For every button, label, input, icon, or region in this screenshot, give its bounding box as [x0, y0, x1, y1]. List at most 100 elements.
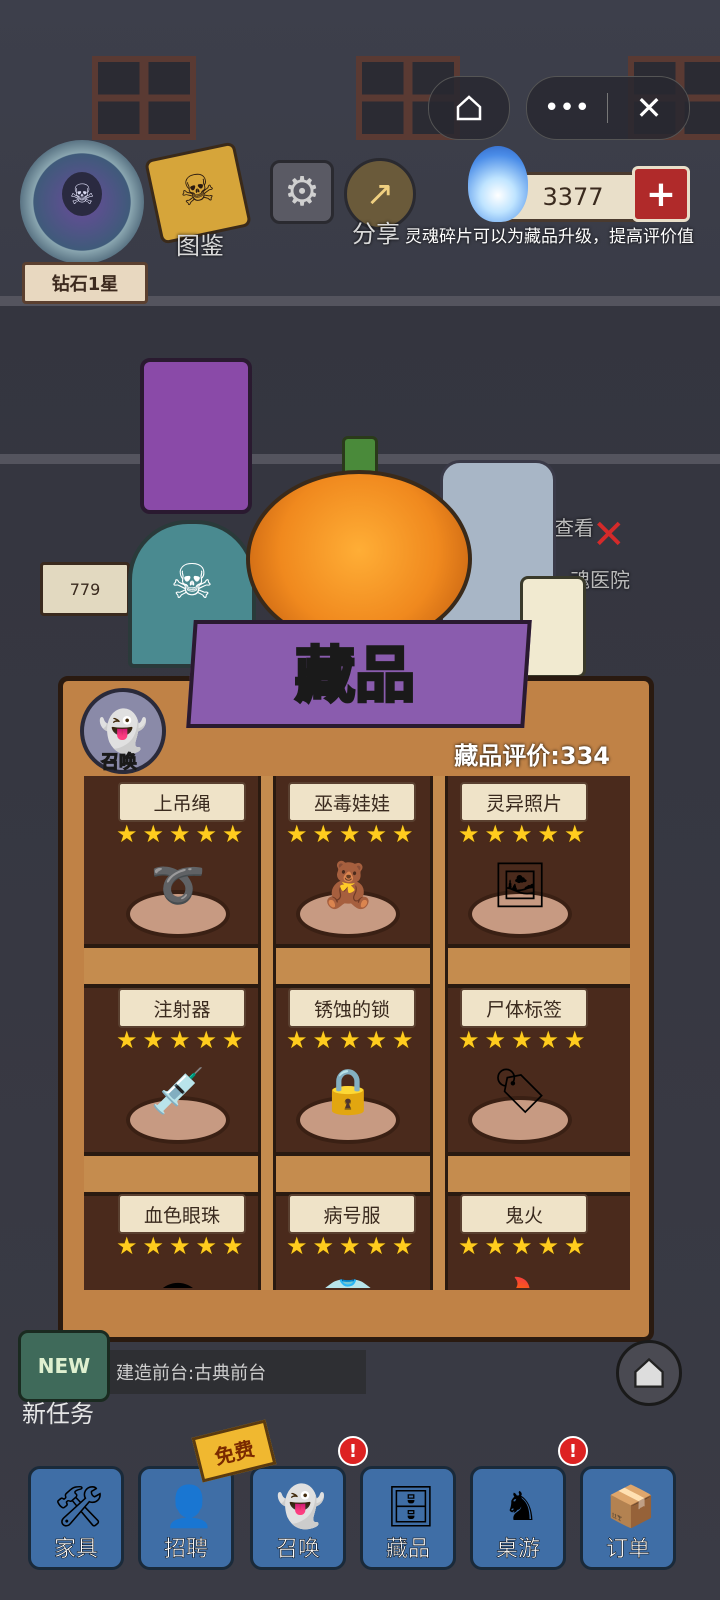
collection-item-name: 巫毒娃娃: [288, 782, 416, 822]
star-icon: ★: [365, 820, 388, 848]
add-soul-button[interactable]: +: [632, 166, 690, 222]
collection-item[interactable]: 病号服★★★★★👕: [276, 1194, 424, 1288]
star-icon: ★: [564, 1232, 586, 1260]
house-icon: [634, 1357, 664, 1388]
star-rating: ★ ★ ★ ★ ★: [286, 1028, 416, 1054]
collection-item-name: 鬼火: [460, 1194, 588, 1234]
star-icon: ★: [458, 1026, 480, 1054]
star-icon: ★: [339, 1232, 361, 1260]
collection-item[interactable]: 注射器 ★ ★ ★ ★ ★ 💉: [106, 988, 254, 1148]
collection-item[interactable]: 鬼火★★★★★🔥: [448, 1194, 596, 1288]
home-capsule-button[interactable]: [428, 76, 510, 140]
close-icon[interactable]: ✕: [609, 77, 689, 139]
star-icon: ★: [564, 820, 586, 848]
collection-item[interactable]: 尸体标签 ★ ★ ★ ★ ★ 🏷: [448, 988, 596, 1148]
star-icon: ★: [484, 1026, 507, 1054]
nav-label: 桌游: [495, 1537, 541, 1563]
collection-item-name: 尸体标签: [460, 988, 588, 1028]
summon-ghost-icon: 👻: [276, 1484, 326, 1530]
star-icon: ★: [116, 1026, 138, 1054]
syringe-icon: 💉: [150, 1066, 206, 1117]
star-icon: ★: [195, 1026, 218, 1054]
order-box-icon: 📦: [606, 1484, 656, 1530]
collection-item-name: 注射器: [118, 988, 246, 1028]
collection-item[interactable]: 巫毒娃娃 ★ ★ ★ ★ ★ 🧸: [276, 782, 424, 942]
collection-item-name: 上吊绳: [118, 782, 246, 822]
gown-icon: 👕: [316, 1270, 380, 1288]
star-icon: ★: [142, 820, 165, 848]
capsule-divider: [607, 93, 608, 123]
nav-button-2[interactable]: 👤 招聘: [138, 1466, 234, 1570]
star-icon: ★: [222, 1026, 244, 1054]
star-icon: ★: [286, 820, 308, 848]
collection-item[interactable]: 上吊绳 ★ ★ ★ ★ ★ ➰: [106, 782, 254, 942]
star-icon: ★: [339, 820, 361, 848]
nav-label: 召唤: [275, 1537, 321, 1563]
nav-label: 藏品: [385, 1537, 431, 1563]
star-icon: ★: [564, 1026, 586, 1054]
shelf-divider: [258, 776, 276, 1290]
star-icon: ★: [169, 1232, 191, 1260]
star-icon: ★: [339, 1026, 361, 1054]
reaper-icon: ☠: [62, 172, 102, 216]
alert-badge-icon: !: [558, 1436, 588, 1466]
alert-badge-icon: !: [338, 1436, 368, 1466]
star-icon: ★: [286, 1026, 308, 1054]
return-home-button[interactable]: [616, 1340, 682, 1406]
ghost-fire-icon: 🔥: [488, 1270, 552, 1288]
shelf-divider: [430, 776, 448, 1290]
star-icon: ★: [511, 820, 533, 848]
star-icon: ★: [365, 1026, 388, 1054]
star-icon: ★: [222, 1232, 244, 1260]
recruit-icon: 👤: [164, 1484, 214, 1530]
star-icon: ★: [312, 1026, 335, 1054]
nav-button-3[interactable]: 👻 召唤: [250, 1466, 346, 1570]
window: [92, 56, 196, 140]
new-task-label: 新任务: [22, 1400, 94, 1428]
ghost-photo-icon: 🖼: [492, 860, 548, 911]
star-icon: ★: [222, 820, 244, 848]
collection-item[interactable]: 血色眼珠★★★★★👁: [106, 1194, 254, 1288]
padlock-icon: 🔒: [320, 1066, 376, 1117]
rank-label: 钻石1星: [22, 262, 148, 304]
star-icon: ★: [392, 1026, 414, 1054]
star-icon: ★: [458, 820, 480, 848]
collection-item-name: 病号服: [288, 1194, 416, 1234]
star-icon: ★: [312, 820, 335, 848]
star-icon: ★: [484, 820, 507, 848]
collection-item-name: 血色眼珠: [118, 1194, 246, 1234]
soul-flame-icon: [468, 146, 528, 222]
nav-button-4[interactable]: 🗄 藏品: [360, 1466, 456, 1570]
star-icon: ★: [484, 1232, 507, 1260]
more-icon[interactable]: •••: [527, 77, 607, 139]
toe-tag-icon: 🏷: [492, 1066, 548, 1117]
star-icon: ★: [392, 1232, 414, 1260]
settings-gear-icon[interactable]: ⚙: [270, 160, 334, 224]
collection-item[interactable]: 灵异照片 ★ ★ ★ ★ ★ 🖼: [448, 782, 596, 942]
capsule-menu: ••• ✕: [526, 76, 690, 140]
new-task-badge[interactable]: NEW: [18, 1330, 110, 1402]
safe-icon: 🗄: [385, 1484, 437, 1530]
star-icon: ★: [195, 820, 218, 848]
collection-rating: 藏品评价:334: [454, 742, 610, 770]
collection-item-name: 灵异照片: [460, 782, 588, 822]
voodoo-doll-icon: 🧸: [320, 860, 376, 911]
room-number-sign: 779: [40, 562, 130, 616]
furniture-icon: 🛠: [53, 1484, 105, 1530]
shelf-plank: [84, 1152, 630, 1196]
star-icon: ★: [537, 1026, 560, 1054]
collection-item[interactable]: 锈蚀的锁 ★ ★ ★ ★ ★ 🔒: [276, 988, 424, 1148]
nav-button-6[interactable]: 📦 订单: [580, 1466, 676, 1570]
nav-button-5[interactable]: ♞ 桌游: [470, 1466, 566, 1570]
star-icon: ★: [537, 1232, 560, 1260]
star-icon: ★: [511, 1232, 533, 1260]
collection-item-name: 锈蚀的锁: [288, 988, 416, 1028]
star-rating: ★ ★ ★ ★ ★: [116, 1234, 246, 1260]
star-rating: ★ ★ ★ ★ ★: [286, 1234, 416, 1260]
star-rating: ★ ★ ★ ★ ★: [116, 822, 246, 848]
chess-board-icon: ♞: [503, 1484, 539, 1530]
task-description[interactable]: 建造前台:古典前台: [110, 1350, 366, 1394]
star-icon: ★: [537, 820, 560, 848]
star-icon: ★: [169, 1026, 191, 1054]
nav-button-1[interactable]: 🛠 家具: [28, 1466, 124, 1570]
